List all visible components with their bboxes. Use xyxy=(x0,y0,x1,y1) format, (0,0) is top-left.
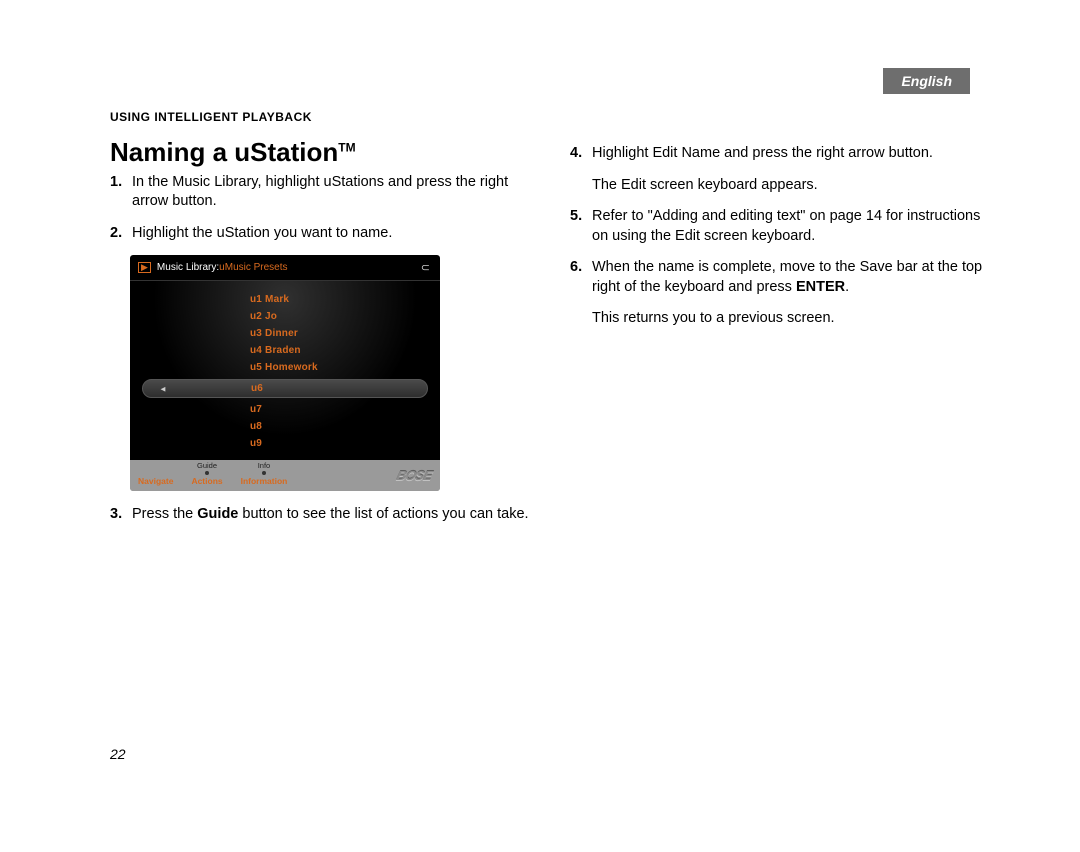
page-title: Naming a uStationTM xyxy=(110,138,530,167)
device-screen: ▶ Music Library: uMusic Presets ⊂ u1 Mar… xyxy=(130,255,440,460)
footer-label: Actions xyxy=(191,476,222,486)
step-5: 5. Refer to "Adding and editing text" on… xyxy=(570,207,990,246)
steps-list-right: 4. Highlight Edit Name and press the rig… xyxy=(570,144,990,164)
step-text: Highlight Edit Name and press the right … xyxy=(592,145,933,161)
title-text: Naming a uStation xyxy=(110,137,338,167)
step-text-pre: Press the xyxy=(132,506,197,522)
step-text-pre: When the name is complete, move to the S… xyxy=(592,259,982,295)
station-item: u8 xyxy=(130,418,440,435)
footer-label: Information xyxy=(241,476,288,486)
footer-button-label: Guide xyxy=(191,462,222,470)
breadcrumb-root: Music Library: xyxy=(157,262,219,273)
station-item: u2 Jo xyxy=(130,308,440,325)
step-number: 1. xyxy=(110,173,122,193)
station-list: u1 Mark u2 Jo u3 Dinner u4 Braden u5 Hom… xyxy=(130,281,440,460)
step-6: 6. When the name is complete, move to th… xyxy=(570,258,990,297)
dot-icon xyxy=(205,471,209,475)
steps-list-left-cont: 3. Press the Guide button to see the lis… xyxy=(110,505,530,525)
loop-icon: ⊂ xyxy=(421,261,430,274)
step-1: 1. In the Music Library, highlight uStat… xyxy=(110,173,530,212)
step-number: 3. xyxy=(110,505,122,525)
device-screenshot: ▶ Music Library: uMusic Presets ⊂ u1 Mar… xyxy=(130,255,440,491)
step-text: Highlight the uStation you want to name. xyxy=(132,225,392,241)
step-number: 4. xyxy=(570,144,582,164)
steps-list-right-2: 5. Refer to "Adding and editing text" on… xyxy=(570,207,990,297)
right-column: 4. Highlight Edit Name and press the rig… xyxy=(570,138,990,537)
station-item: u4 Braden xyxy=(130,342,440,359)
step-text-bold: Guide xyxy=(197,506,238,522)
device-breadcrumb: ▶ Music Library: uMusic Presets ⊂ xyxy=(130,255,440,281)
footer-button-label: Info xyxy=(241,462,288,470)
footer-information: Info Information xyxy=(241,462,288,487)
step-number: 5. xyxy=(570,207,582,227)
left-column: Naming a uStationTM 1. In the Music Libr… xyxy=(110,138,530,537)
step-number: 2. xyxy=(110,224,122,244)
language-tab: English xyxy=(883,68,970,94)
trademark-symbol: TM xyxy=(338,140,355,154)
brand-logo: BOSE xyxy=(395,468,434,483)
step-6-note: This returns you to a previous screen. xyxy=(592,309,990,329)
step-number: 6. xyxy=(570,258,582,278)
dot-icon xyxy=(262,471,266,475)
station-item: u3 Dinner xyxy=(130,325,440,342)
step-3: 3. Press the Guide button to see the lis… xyxy=(110,505,530,525)
station-item: u5 Homework xyxy=(130,359,440,376)
steps-list-left: 1. In the Music Library, highlight uStat… xyxy=(110,173,530,244)
station-item: u7 xyxy=(130,401,440,418)
station-item: u1 Mark xyxy=(130,291,440,308)
section-label: Using intelligent playback xyxy=(110,110,990,124)
footer-actions: Guide Actions xyxy=(191,462,222,487)
step-text: In the Music Library, highlight uStation… xyxy=(132,174,508,210)
step-4-note: The Edit screen keyboard appears. xyxy=(592,176,990,196)
breadcrumb-current: uMusic Presets xyxy=(219,262,287,273)
device-footer: Navigate Guide Actions Info Information … xyxy=(130,460,440,491)
station-item-selected: u6 xyxy=(142,379,428,398)
page-number: 22 xyxy=(110,746,126,762)
step-2: 2. Highlight the uStation you want to na… xyxy=(110,224,530,244)
manual-page: English Using intelligent playback Namin… xyxy=(0,0,1080,852)
footer-navigate: Navigate xyxy=(138,476,173,486)
step-text-post: button to see the list of actions you ca… xyxy=(238,506,528,522)
step-text-post: . xyxy=(845,279,849,295)
step-4: 4. Highlight Edit Name and press the rig… xyxy=(570,144,990,164)
play-icon: ▶ xyxy=(138,262,151,273)
content-columns: Naming a uStationTM 1. In the Music Libr… xyxy=(110,138,990,537)
step-text-bold: ENTER xyxy=(796,279,845,295)
station-item: u9 xyxy=(130,435,440,452)
footer-label: Navigate xyxy=(138,476,173,486)
step-text: Refer to "Adding and editing text" on pa… xyxy=(592,208,980,244)
